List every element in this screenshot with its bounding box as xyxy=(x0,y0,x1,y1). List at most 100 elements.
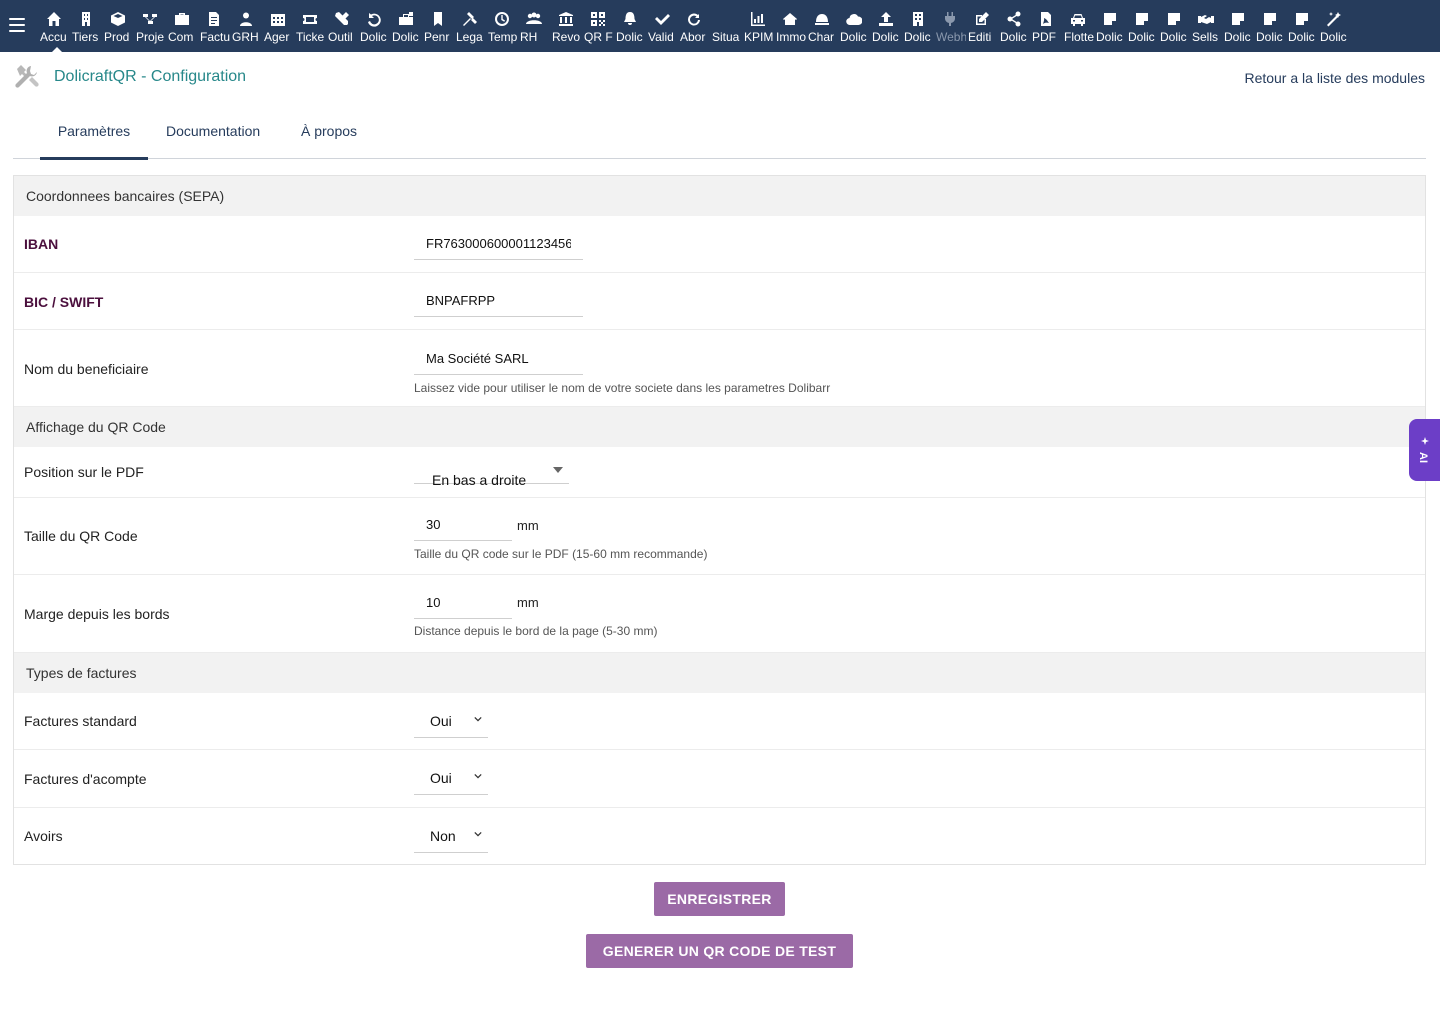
menu-item-2[interactable]: Prod xyxy=(102,0,134,52)
menu-item-label: Dolic xyxy=(392,30,419,44)
refresh-icon xyxy=(678,10,710,28)
menu-item-9[interactable]: Outil xyxy=(326,0,358,52)
menu-item-label: Proje xyxy=(136,30,165,44)
menu-item-label: Temp xyxy=(488,30,518,44)
note-icon xyxy=(1254,10,1286,28)
tab-label: À propos xyxy=(301,123,358,139)
menu-item-22[interactable]: KPIM xyxy=(742,0,774,52)
menu-item-27[interactable]: Dolic xyxy=(902,0,934,52)
menu-item-8[interactable]: Ticke xyxy=(294,0,326,52)
tab-label: Documentation xyxy=(166,123,261,139)
row-credit-notes: Avoirs Non xyxy=(14,808,1425,864)
menu-item-28[interactable]: Webh xyxy=(934,0,966,52)
menu-item-label: PDF xyxy=(1032,30,1056,44)
menu-item-33[interactable]: Dolic xyxy=(1094,0,1126,52)
row-qr-size: Taille du QR Code mm Taille du QR code s… xyxy=(14,498,1425,575)
menu-item-21[interactable]: Situa xyxy=(710,0,742,52)
menu-item-34[interactable]: Dolic xyxy=(1126,0,1158,52)
position-select-value: En bas a droite xyxy=(432,472,527,488)
menu-item-23[interactable]: Immo xyxy=(774,0,806,52)
tab-a-propos[interactable]: À propos xyxy=(301,110,357,157)
bic-input[interactable] xyxy=(414,284,583,317)
ai-assistant-tab[interactable]: AI xyxy=(1409,419,1440,481)
menu-item-label: Prod xyxy=(104,30,130,44)
menu-item-38[interactable]: Dolic xyxy=(1254,0,1286,52)
position-select[interactable]: En bas a droite xyxy=(414,449,569,488)
note-icon xyxy=(1158,10,1190,28)
menu-item-29[interactable]: Editi xyxy=(966,0,998,52)
standard-invoices-select[interactable]: Oui xyxy=(414,703,488,738)
save-button[interactable]: ENREGISTRER xyxy=(654,882,785,916)
row-position: Position sur le PDF En bas a droite xyxy=(14,447,1425,498)
note-icon xyxy=(1222,10,1254,28)
menu-item-label: Abor xyxy=(680,30,706,44)
pdf-icon xyxy=(1030,10,1062,28)
cloud-icon xyxy=(838,10,870,28)
menu-item-1[interactable]: Tiers xyxy=(70,0,102,52)
top-menu: Accu Tiers Prod Proje Com Factu GRH Ager Ticke Ou… xyxy=(38,0,1350,52)
menu-item-26[interactable]: Dolic xyxy=(870,0,902,52)
menu-item-10[interactable]: Dolic xyxy=(358,0,390,52)
menu-item-24[interactable]: Char xyxy=(806,0,838,52)
ai-tab-label: AI xyxy=(1417,452,1429,463)
menu-item-label: Ager xyxy=(264,30,290,44)
menu-item-39[interactable]: Dolic xyxy=(1286,0,1318,52)
menu-item-35[interactable]: Dolic xyxy=(1158,0,1190,52)
menu-item-18[interactable]: Dolic xyxy=(614,0,646,52)
row-margin: Marge depuis les bords mm Distance depui… xyxy=(14,575,1425,653)
menu-item-label: Webh xyxy=(936,30,966,44)
menu-item-label: Dolic xyxy=(1224,30,1251,44)
menu-item-4[interactable]: Com xyxy=(166,0,198,52)
menu-item-25[interactable]: Dolic xyxy=(838,0,870,52)
menu-item-31[interactable]: PDF xyxy=(1030,0,1062,52)
menu-item-3[interactable]: Proje xyxy=(134,0,166,52)
menu-item-label: Editi xyxy=(968,30,992,44)
menu-item-label: Penr xyxy=(424,30,450,44)
menu-item-32[interactable]: Flotte xyxy=(1062,0,1094,52)
hamburger-menu-icon[interactable] xyxy=(9,18,25,32)
qr-size-input[interactable] xyxy=(414,508,512,541)
menu-item-19[interactable]: Valid xyxy=(646,0,678,52)
row-standard-invoices: Factures standard Oui xyxy=(14,693,1425,750)
menu-item-14[interactable]: Temp xyxy=(486,0,518,52)
menu-item-36[interactable]: Sells xyxy=(1190,0,1222,52)
menu-item-37[interactable]: Dolic xyxy=(1222,0,1254,52)
menu-item-7[interactable]: Ager xyxy=(262,0,294,52)
margin-input[interactable] xyxy=(414,586,512,619)
menu-item-12[interactable]: Penr xyxy=(422,0,454,52)
menu-item-20[interactable]: Abor xyxy=(678,0,710,52)
tab-label: Paramètres xyxy=(57,123,131,139)
tab-documentation[interactable]: Documentation xyxy=(166,110,260,157)
beneficiary-hint: Laissez vide pour utiliser le nom de vot… xyxy=(414,381,831,395)
menu-item-label: Char xyxy=(808,30,835,44)
deposit-invoices-select[interactable]: Oui xyxy=(414,760,488,795)
config-form: Coordonnees bancaires (SEPA) IBAN BIC / … xyxy=(13,175,1426,865)
menu-item-40[interactable]: Dolic xyxy=(1318,0,1350,52)
generate-test-qr-button[interactable]: GENERER UN QR CODE DE TEST xyxy=(586,934,853,968)
back-to-modules-link[interactable]: Retour a la liste des modules xyxy=(1244,70,1425,86)
menu-item-0[interactable]: Accu xyxy=(38,0,70,52)
home-icon xyxy=(38,10,70,28)
qr-icon xyxy=(582,10,614,28)
menu-item-17[interactable]: QR F xyxy=(582,0,614,52)
menu-item-15[interactable]: RH xyxy=(518,0,550,52)
tools-icon xyxy=(326,10,358,28)
note-icon xyxy=(1094,10,1126,28)
menu-item-label: Dolic xyxy=(1256,30,1283,44)
menu-item-6[interactable]: GRH xyxy=(230,0,262,52)
menu-item-label: Dolic xyxy=(840,30,867,44)
tab-parametres[interactable]: Paramètres xyxy=(40,110,148,160)
menu-item-13[interactable]: Lega xyxy=(454,0,486,52)
menu-item-30[interactable]: Dolic xyxy=(998,0,1030,52)
credit-notes-select[interactable]: Non xyxy=(414,818,488,853)
menu-item-11[interactable]: Dolic xyxy=(390,0,422,52)
users-icon xyxy=(230,10,262,28)
beneficiary-input[interactable] xyxy=(414,342,583,375)
office-icon xyxy=(902,10,934,28)
menu-item-label: Dolic xyxy=(1320,30,1347,44)
iban-input[interactable] xyxy=(414,227,583,260)
menu-item-label: Lega xyxy=(456,30,483,44)
menu-item-16[interactable]: Revo xyxy=(550,0,582,52)
menu-item-5[interactable]: Factu xyxy=(198,0,230,52)
helmet-icon xyxy=(806,10,838,28)
